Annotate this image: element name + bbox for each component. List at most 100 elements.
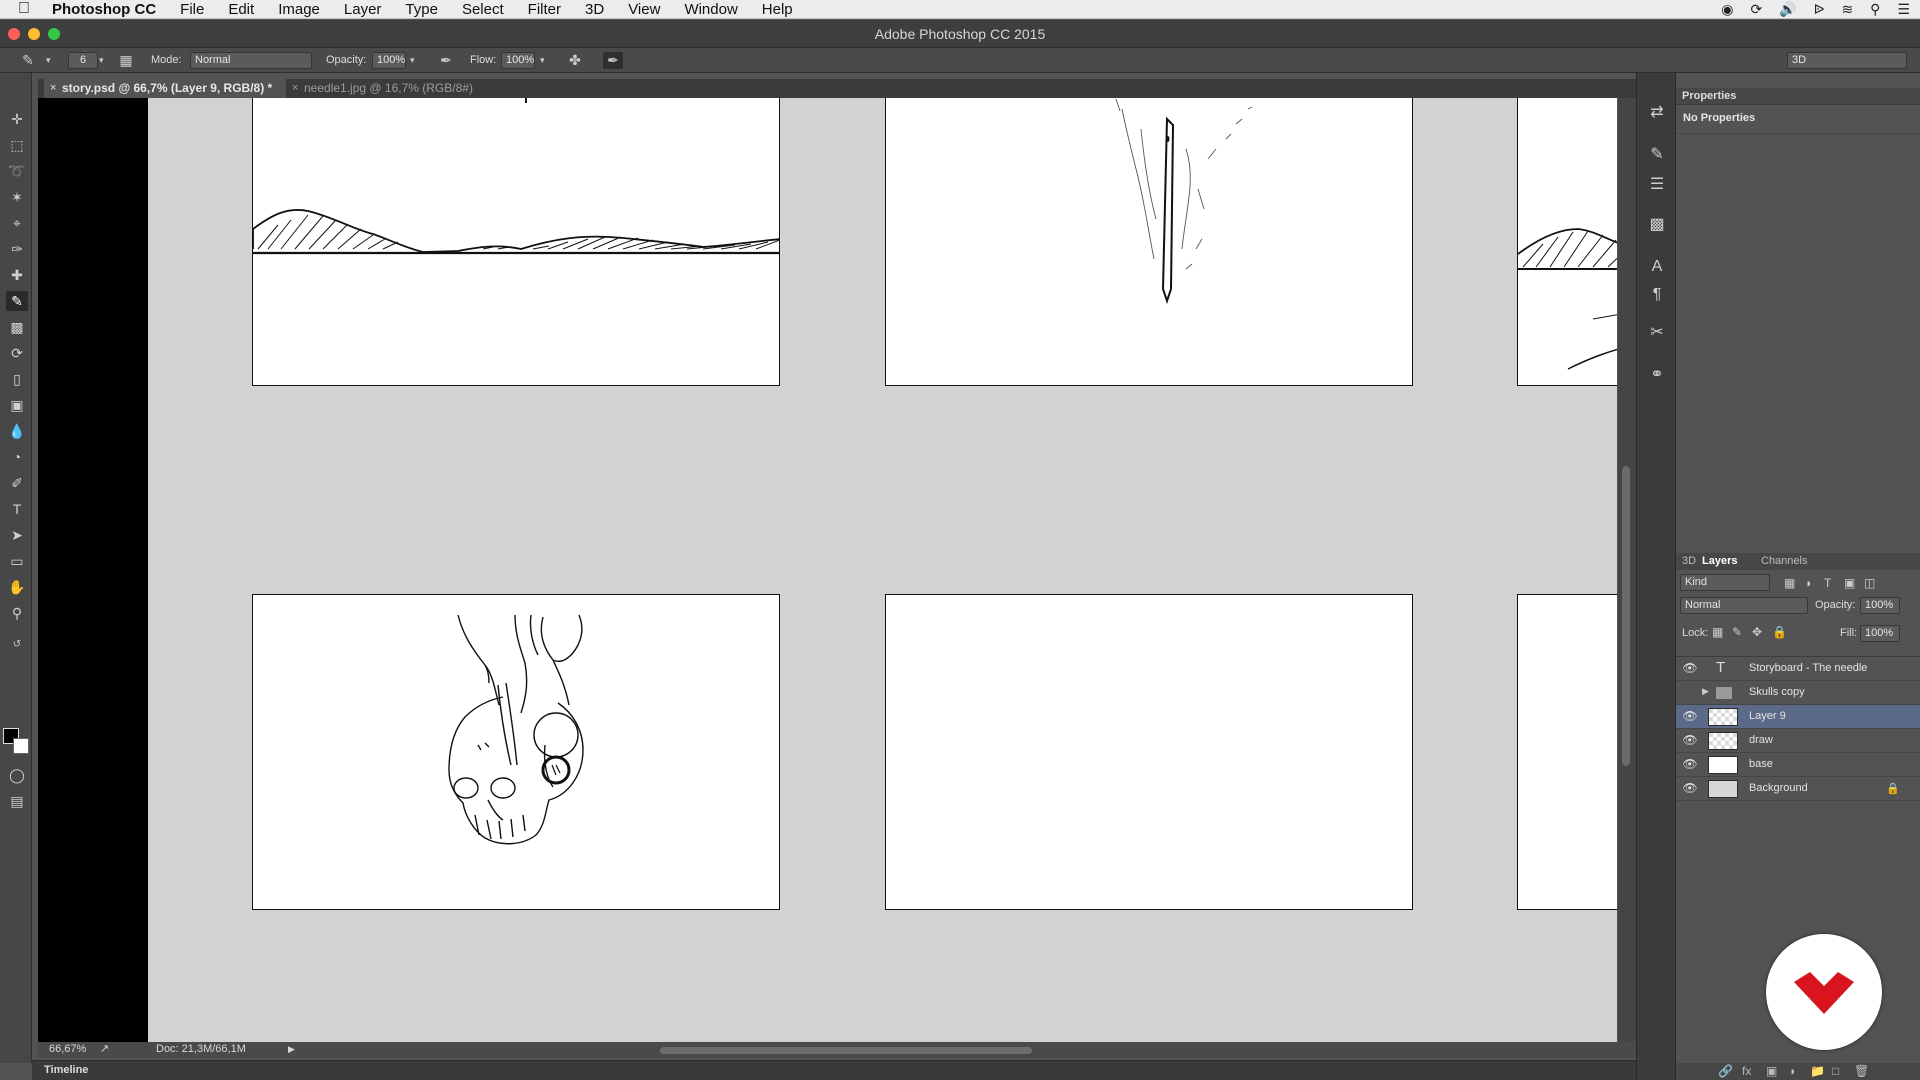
notification-list-icon[interactable]: ☰: [1897, 1, 1910, 18]
new-group-icon[interactable]: 📁: [1810, 1064, 1825, 1078]
visibility-eye-icon[interactable]: 👁: [1682, 781, 1698, 795]
pressure-size-icon[interactable]: ✒: [603, 52, 623, 69]
brush-tool-icon[interactable]: ✎: [6, 291, 28, 311]
workspace-select[interactable]: 3D: [1787, 52, 1907, 69]
dodge-tool-icon[interactable]: ◔: [6, 447, 28, 467]
menu-app-name[interactable]: Photoshop CC: [48, 1, 168, 18]
volume-icon[interactable]: 🔊: [1779, 1, 1796, 18]
marquee-tool-icon[interactable]: ⬚: [6, 135, 28, 155]
clone-source-panel-icon[interactable]: ▩: [1645, 213, 1669, 237]
menu-view[interactable]: View: [616, 1, 672, 18]
blur-tool-icon[interactable]: 💧: [6, 421, 28, 441]
opacity-input[interactable]: 100%: [372, 52, 406, 69]
tab-story-psd[interactable]: × story.psd @ 66,7% (Layer 9, RGB/8) *: [44, 79, 286, 98]
share-icon[interactable]: ↗: [100, 1042, 109, 1055]
filter-kind-select[interactable]: Kind: [1680, 574, 1770, 591]
flow-arrow-icon[interactable]: ▾: [540, 52, 545, 69]
tab-3d[interactable]: 3D: [1682, 555, 1696, 567]
mode-select[interactable]: Normal: [190, 52, 312, 69]
brush-preset-icon[interactable]: ✎: [18, 52, 38, 69]
tab-layers[interactable]: Layers: [1702, 555, 1737, 567]
visibility-eye-icon[interactable]: 👁: [1682, 661, 1698, 675]
type-tool-icon[interactable]: T: [6, 499, 28, 519]
visibility-eye-icon[interactable]: 👁: [1682, 733, 1698, 747]
path-selection-tool-icon[interactable]: ➤: [6, 525, 28, 545]
close-tab-icon[interactable]: ×: [292, 79, 298, 98]
swap-colors-icon[interactable]: ↺: [6, 635, 28, 655]
sync-icon[interactable]: ⟳: [1750, 1, 1762, 18]
spotlight-search-icon[interactable]: ⚲: [1870, 1, 1880, 18]
smart-object-filter-icon[interactable]: ◫: [1864, 576, 1875, 590]
crop-tool-icon[interactable]: ⌖: [6, 213, 28, 233]
menu-filter[interactable]: Filter: [516, 1, 573, 18]
airbrush-icon[interactable]: ✤: [565, 52, 585, 69]
pressure-opacity-icon[interactable]: ✒: [436, 52, 456, 69]
type-filter-icon[interactable]: T: [1824, 576, 1831, 590]
flow-input[interactable]: 100%: [501, 52, 535, 69]
hand-tool-icon[interactable]: ✋: [6, 577, 28, 597]
lock-all-icon[interactable]: 🔒: [1772, 625, 1787, 639]
vertical-scrollbar[interactable]: [1618, 98, 1636, 1042]
status-menu-arrow-icon[interactable]: ▶: [288, 1044, 295, 1055]
zoom-tool-icon[interactable]: ⚲: [6, 603, 28, 623]
quick-mask-icon[interactable]: ◯: [6, 765, 28, 785]
pen-tool-icon[interactable]: ✐: [6, 473, 28, 493]
menu-select[interactable]: Select: [450, 1, 516, 18]
new-adjustment-layer-icon[interactable]: ◑: [1788, 1064, 1795, 1078]
lock-transparency-icon[interactable]: ▦: [1712, 625, 1723, 639]
layer-style-fx-icon[interactable]: fx: [1742, 1064, 1751, 1078]
horizontal-scroll-thumb[interactable]: [660, 1047, 1032, 1054]
layer-row-draw[interactable]: 👁 draw: [1676, 729, 1920, 753]
document-canvas[interactable]: [148, 98, 1617, 1042]
menu-window[interactable]: Window: [672, 1, 749, 18]
link-layers-icon[interactable]: 🔗: [1718, 1064, 1733, 1078]
history-panel-icon[interactable]: ⇄: [1645, 101, 1669, 125]
bluetooth-icon[interactable]: ᐉ: [1814, 1, 1825, 18]
layer-row-background[interactable]: 👁 Background 🔒: [1676, 777, 1920, 801]
menu-image[interactable]: Image: [266, 1, 332, 18]
paragraph-panel-icon[interactable]: ¶: [1645, 283, 1669, 307]
gradient-tool-icon[interactable]: ▣: [6, 395, 28, 415]
properties-panel-header[interactable]: Properties: [1676, 88, 1920, 104]
shape-filter-icon[interactable]: ▣: [1844, 576, 1855, 590]
fill-input[interactable]: 100%: [1860, 625, 1900, 642]
brush-panel-icon[interactable]: ✎: [1645, 143, 1669, 167]
rectangle-tool-icon[interactable]: ▭: [6, 551, 28, 571]
eraser-tool-icon[interactable]: ▯: [6, 369, 28, 389]
vertical-scroll-thumb[interactable]: [1622, 466, 1630, 766]
blend-mode-select[interactable]: Normal: [1680, 597, 1808, 614]
tools-presets-icon[interactable]: ✂: [1645, 321, 1669, 345]
menu-3d[interactable]: 3D: [573, 1, 616, 18]
adjustments-panel-icon[interactable]: ☰: [1645, 173, 1669, 197]
visibility-eye-icon[interactable]: 👁: [1682, 709, 1698, 723]
new-layer-icon[interactable]: □: [1832, 1064, 1839, 1078]
lock-position-icon[interactable]: ✥: [1752, 625, 1762, 639]
libraries-panel-icon[interactable]: ⚭: [1645, 363, 1669, 387]
lasso-tool-icon[interactable]: ➰: [6, 161, 28, 181]
adjustment-filter-icon[interactable]: ◑: [1804, 576, 1811, 590]
delete-layer-icon[interactable]: 🗑: [1854, 1064, 1869, 1078]
brush-size-picker[interactable]: 6: [68, 52, 98, 69]
menu-help[interactable]: Help: [750, 1, 805, 18]
menu-type[interactable]: Type: [393, 1, 450, 18]
history-brush-tool-icon[interactable]: ⟳: [6, 343, 28, 363]
layer-row-storyboard-text[interactable]: 👁 T Storyboard - The needle: [1676, 657, 1920, 681]
menu-edit[interactable]: Edit: [216, 1, 266, 18]
close-tab-icon[interactable]: ×: [50, 79, 56, 98]
tab-needle-jpg[interactable]: × needle1.jpg @ 16,7% (RGB/8#): [286, 79, 506, 98]
timeline-panel-bar[interactable]: Timeline: [32, 1060, 1636, 1080]
apple-icon[interactable]: : [0, 0, 48, 18]
menu-layer[interactable]: Layer: [332, 1, 394, 18]
brush-preset-arrow-icon[interactable]: ▾: [46, 52, 51, 69]
layer-row-skulls-copy[interactable]: ▶ Skulls copy: [1676, 681, 1920, 705]
visibility-eye-icon[interactable]: 👁: [1682, 757, 1698, 771]
opacity-arrow-icon[interactable]: ▾: [410, 52, 415, 69]
layer-row-layer-9[interactable]: 👁 Layer 9: [1676, 705, 1920, 729]
lock-pixels-icon[interactable]: ✎: [1732, 625, 1742, 639]
wifi-icon[interactable]: ≋: [1841, 1, 1853, 18]
brush-size-arrow-icon[interactable]: ▾: [99, 52, 104, 69]
brush-panel-toggle-icon[interactable]: ▦: [116, 52, 136, 69]
zoom-level[interactable]: 66,67%: [49, 1043, 86, 1055]
tab-channels[interactable]: Channels: [1761, 555, 1807, 567]
character-panel-icon[interactable]: A: [1645, 255, 1669, 279]
